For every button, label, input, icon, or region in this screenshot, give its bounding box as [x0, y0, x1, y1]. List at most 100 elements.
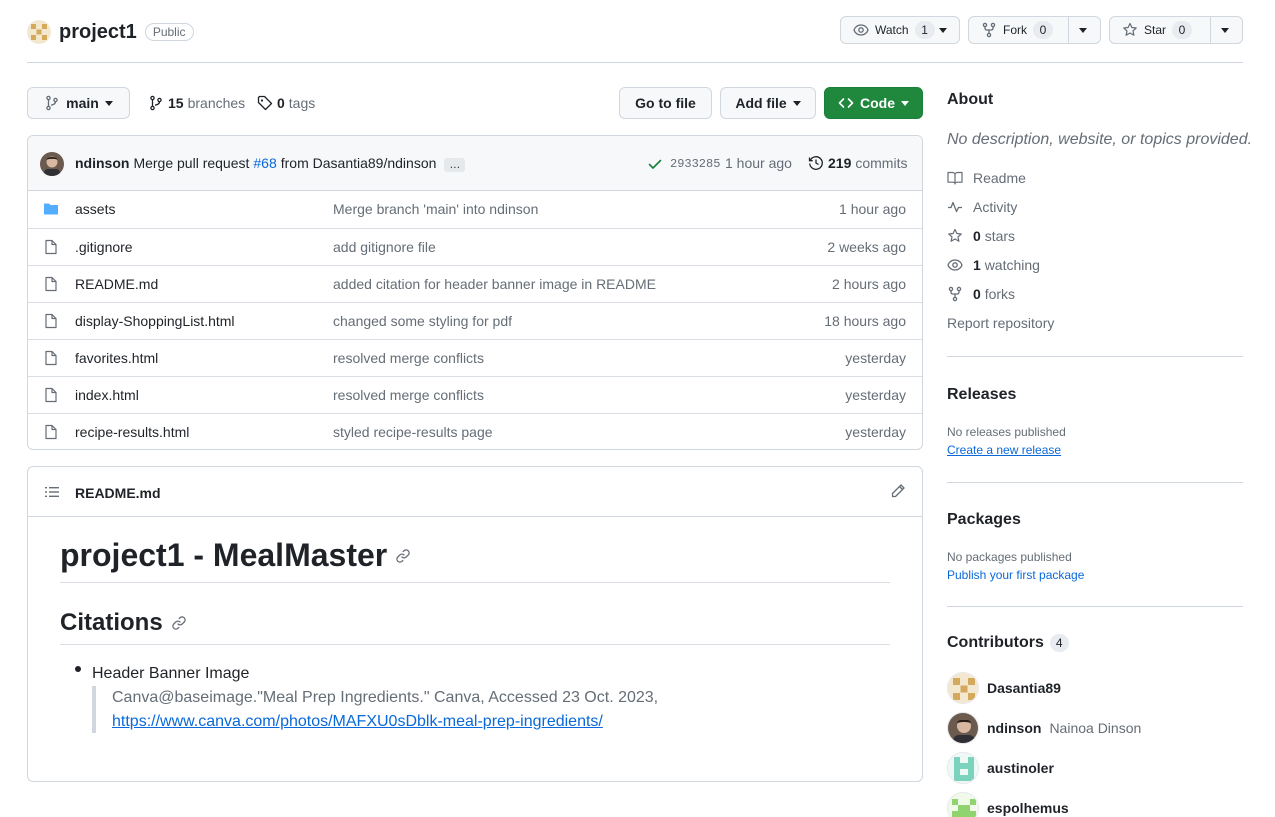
fork-icon [981, 22, 997, 38]
publish-package-link[interactable]: Publish your first package [947, 568, 1084, 582]
commit-author-avatar[interactable] [40, 152, 64, 176]
file-commit-message[interactable]: add gitignore file [333, 239, 436, 255]
file-name[interactable]: README.md [75, 276, 158, 292]
pr-link[interactable]: #68 [253, 155, 276, 172]
forks-label: forks [984, 286, 1016, 302]
readme-panel: README.md project1 - MealMaster Citation… [27, 466, 923, 782]
file-commit-message[interactable]: added citation for header banner image i… [333, 276, 656, 292]
commits-link[interactable]: 219 commits [808, 155, 907, 171]
file-commit-message[interactable]: resolved merge conflicts [333, 387, 484, 403]
watching-count: 1 [973, 257, 981, 273]
contributor-item[interactable]: espolhemus [947, 792, 1069, 817]
contributor-item[interactable]: austinoler [947, 752, 1054, 784]
file-icon [43, 387, 59, 403]
file-commit-time: yesterday [845, 424, 906, 440]
file-row[interactable]: display-ShoppingList.html changed some st… [28, 302, 922, 339]
file-commit-message[interactable]: Merge branch 'main' into ndinson [333, 201, 538, 217]
repo-owner-avatar[interactable] [27, 20, 51, 44]
contributors-heading[interactable]: Contributors [947, 634, 1044, 652]
file-name[interactable]: display-ShoppingList.html [75, 313, 235, 329]
commit-message-prefix[interactable]: Merge pull request [133, 155, 249, 172]
chevron-down-icon [901, 100, 909, 106]
citations-heading: Citations [60, 609, 187, 637]
link-icon[interactable] [171, 615, 187, 631]
watch-button[interactable]: Watch 1 [840, 16, 960, 44]
report-repository-link[interactable]: Report repository [947, 313, 1054, 333]
star-icon [947, 228, 963, 244]
repo-name[interactable]: project1 [59, 21, 137, 44]
file-commit-message[interactable]: changed some styling for pdf [333, 313, 512, 329]
folder-icon [43, 201, 59, 217]
outline-list-icon[interactable] [44, 484, 60, 500]
add-file-button[interactable]: Add file [720, 87, 816, 119]
activity-link[interactable]: Activity [947, 197, 1017, 217]
packages-heading[interactable]: Packages [947, 511, 1021, 529]
fork-button[interactable]: Fork 0 [968, 16, 1101, 44]
expand-commit-button[interactable]: … [444, 158, 466, 172]
releases-heading[interactable]: Releases [947, 386, 1016, 404]
releases-empty: No releases published [947, 425, 1066, 439]
watching-link[interactable]: 1 watching [947, 255, 1040, 275]
file-name[interactable]: recipe-results.html [75, 424, 189, 440]
header-divider [27, 62, 1243, 63]
latest-commit-bar: ndinson Merge pull request #68 from Dasa… [28, 136, 922, 191]
chevron-down-icon [939, 27, 947, 33]
create-release-link[interactable]: Create a new release [947, 443, 1061, 457]
file-commit-time: yesterday [845, 350, 906, 366]
contributor-item[interactable]: Dasantia89 [947, 672, 1061, 704]
contributor-item[interactable]: ndinson Nainoa Dinson [947, 712, 1141, 744]
readme-header: README.md [28, 467, 922, 517]
star-button[interactable]: Star 0 [1109, 16, 1243, 44]
pencil-icon[interactable] [890, 483, 906, 499]
file-name[interactable]: index.html [75, 387, 139, 403]
heading-rule [60, 582, 890, 583]
file-commit-time: 2 hours ago [832, 276, 906, 292]
pulse-icon [947, 199, 963, 215]
fork-icon [947, 286, 963, 302]
file-row[interactable]: recipe-results.html styled recipe-results… [28, 413, 922, 449]
file-icon [43, 239, 59, 255]
avatar [947, 712, 979, 744]
readme-title-text: project1 - MealMaster [60, 537, 388, 573]
commit-sha[interactable]: 2933285 [670, 157, 720, 171]
code-label: Code [860, 95, 895, 111]
file-commit-message[interactable]: styled recipe-results page [333, 424, 493, 440]
link-icon[interactable] [395, 548, 411, 564]
file-commit-message[interactable]: resolved merge conflicts [333, 350, 484, 366]
file-commit-time: 2 weeks ago [827, 239, 906, 255]
check-icon[interactable] [647, 156, 663, 172]
file-name[interactable]: assets [75, 201, 115, 217]
fork-label: Fork [1003, 23, 1027, 37]
readme-link[interactable]: Readme [947, 168, 1026, 188]
file-row[interactable]: favorites.html resolved merge conflicts ye… [28, 339, 922, 376]
code-button[interactable]: Code [824, 87, 923, 119]
add-file-label: Add file [735, 95, 787, 111]
star-dropdown[interactable] [1210, 17, 1239, 43]
readme-filename[interactable]: README.md [75, 485, 161, 501]
file-name[interactable]: .gitignore [75, 239, 133, 255]
fork-count: 0 [1033, 21, 1053, 39]
git-branch-icon [148, 95, 164, 111]
commit-message-suffix[interactable]: from Dasantia89/ndinson [281, 155, 437, 172]
citation-link[interactable]: https://www.canva.com/photos/MAFXU0sDblk… [112, 713, 603, 731]
file-row[interactable]: README.md added citation for header banne… [28, 265, 922, 302]
file-row[interactable]: assets Merge branch 'main' into ndinson 1 … [28, 191, 922, 228]
watch-dropdown[interactable] [929, 17, 957, 43]
branches-link[interactable]: 15 branches [148, 93, 245, 113]
book-icon [947, 170, 963, 186]
tags-link[interactable]: 0 tags [257, 93, 315, 113]
file-name[interactable]: favorites.html [75, 350, 158, 366]
stars-link[interactable]: 0 stars [947, 226, 1015, 246]
about-heading: About [947, 91, 994, 108]
forks-count: 0 [973, 286, 981, 302]
file-list: assets Merge branch 'main' into ndinson 1 … [28, 191, 922, 449]
fork-dropdown[interactable] [1068, 17, 1097, 43]
commit-author[interactable]: ndinson [75, 155, 129, 172]
branch-selector[interactable]: main [27, 87, 130, 119]
file-commit-time: yesterday [845, 387, 906, 403]
forks-link[interactable]: 0 forks [947, 284, 1015, 304]
stars-count: 0 [973, 228, 981, 244]
go-to-file-button[interactable]: Go to file [619, 87, 712, 119]
file-row[interactable]: .gitignore add gitignore file 2 weeks ago [28, 228, 922, 265]
file-row[interactable]: index.html resolved merge conflicts yester… [28, 376, 922, 413]
